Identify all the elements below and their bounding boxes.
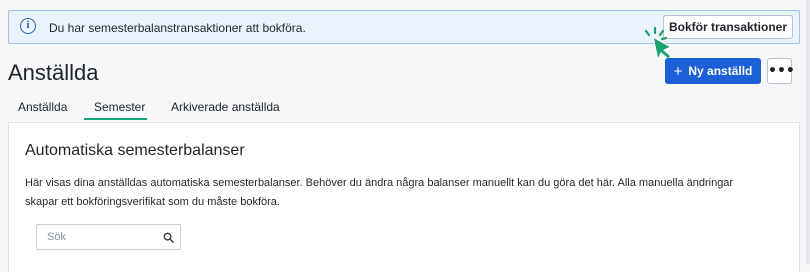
search-field [36,224,181,250]
plus-icon: + [673,62,683,80]
add-employee-label: Ny anställd [688,63,753,78]
info-icon: i [20,18,36,34]
add-employee-button[interactable]: + Ny anställd [665,58,761,84]
search-icon[interactable] [163,232,174,243]
vacation-balance-card: Automatiska semesterbalanser Här visas d… [8,122,800,272]
post-transactions-button[interactable]: Bokför transaktioner [663,15,793,39]
scrollbar[interactable] [806,0,810,264]
card-description: Här visas dina anställdas automatiska se… [25,177,734,208]
tab-archived-employees[interactable]: Arkiverade anställda [171,100,280,114]
search-input[interactable] [38,226,162,248]
active-tab-indicator [84,118,147,120]
tab-vacation[interactable]: Semester [94,100,145,114]
card-title: Automatiska semesterbalanser [25,142,245,159]
page-title: Anställda [8,60,99,85]
banner-message: Du har semesterbalanstransaktioner att b… [49,21,306,35]
more-options-button[interactable]: ••• [767,58,795,84]
info-banner: i Du har semesterbalanstransaktioner att… [8,10,800,44]
more-icon: ••• [768,63,795,79]
tab-employees[interactable]: Anställda [18,100,67,114]
